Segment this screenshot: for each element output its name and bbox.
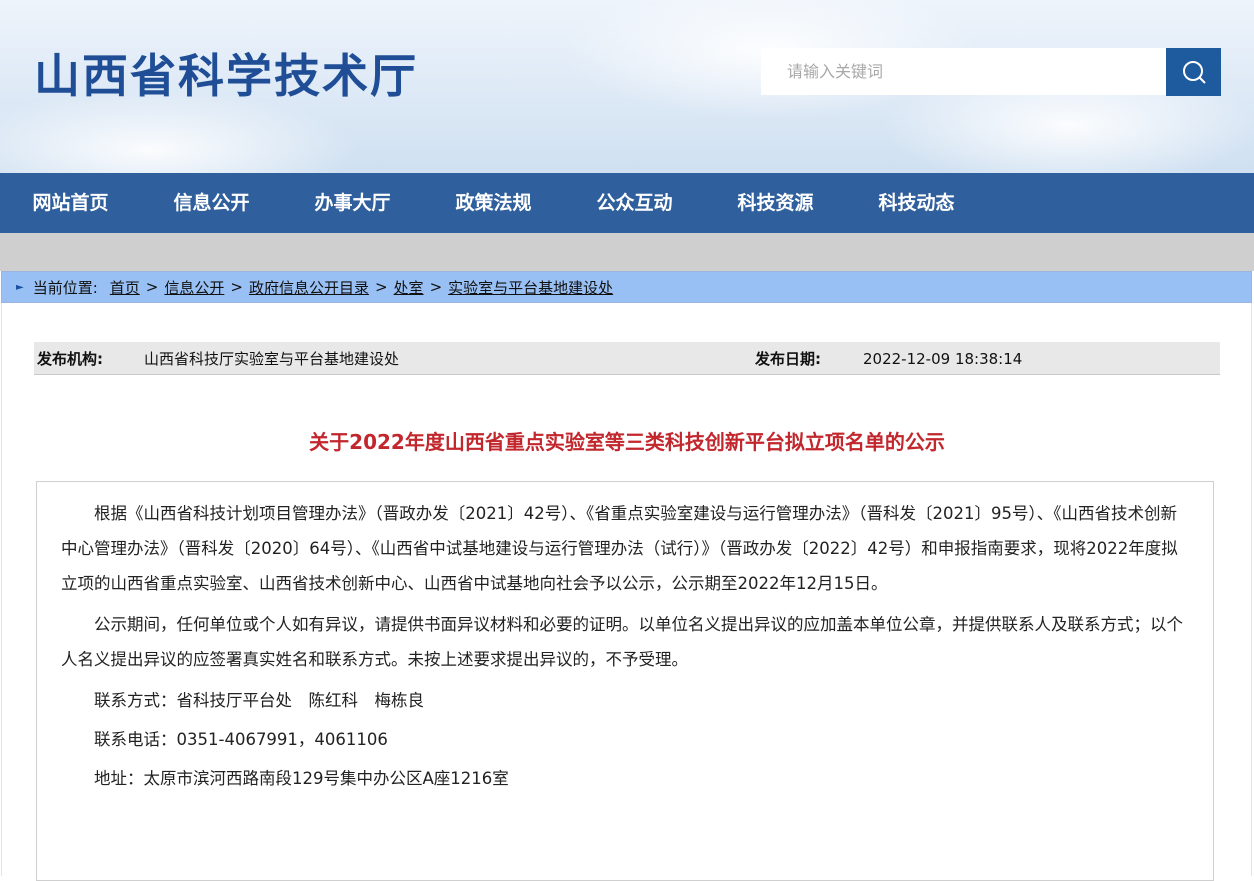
article-title: 关于2022年度山西省重点实验室等三类科技创新平台拟立项名单的公示 [309, 430, 945, 454]
search-input[interactable] [761, 48, 1166, 95]
breadcrumb-link-catalog[interactable]: 政府信息公开目录 [249, 277, 369, 298]
publisher-label: 发布机构: [37, 350, 103, 368]
nav-item-resources[interactable]: 科技资源 [705, 173, 846, 233]
breadcrumb-separator: > [374, 278, 388, 296]
breadcrumb-link-info-public[interactable]: 信息公开 [164, 277, 224, 298]
date-label: 发布日期: [755, 350, 821, 368]
nav-item-policy[interactable]: 政策法规 [423, 173, 564, 233]
breadcrumb-label: 当前位置: [32, 278, 98, 297]
nav-item-news[interactable]: 科技动态 [846, 173, 987, 233]
article-paragraph: 公示期间，任何单位或个人如有异议，请提供书面异议材料和必要的证明。以单位名义提出… [61, 615, 1183, 669]
main-nav: 网站首页 信息公开 办事大厅 政策法规 公众互动 科技资源 科技动态 [0, 173, 1254, 233]
site-header: 山西省科学技术厅 [0, 0, 1254, 173]
publisher-value: 山西省科技厅实验室与平台基地建设处 [144, 350, 400, 368]
contact-phone: 联系电话：0351-4067991，4061106 [94, 730, 388, 749]
article-paragraph: 根据《山西省科技计划项目管理办法》（晋政办发〔2021〕42号）、《省重点实验室… [61, 504, 1178, 593]
breadcrumb: ► 当前位置: 首页 > 信息公开 > 政府信息公开目录 > 处室 > 实验室与… [1, 271, 1252, 303]
article-meta: 发布机构: 山西省科技厅实验室与平台基地建设处 发布日期: 2022-12-09… [34, 342, 1220, 375]
nav-item-info-public[interactable]: 信息公开 [141, 173, 282, 233]
search-button[interactable] [1166, 48, 1221, 96]
site-title[interactable]: 山西省科学技术厅 [34, 40, 418, 106]
breadcrumb-bullet-icon: ► [16, 281, 24, 293]
date-value: 2022-12-09 18:38:14 [863, 350, 1023, 368]
nav-item-home[interactable]: 网站首页 [0, 173, 141, 233]
nav-item-service-hall[interactable]: 办事大厅 [282, 173, 423, 233]
article-body: 根据《山西省科技计划项目管理办法》（晋政办发〔2021〕42号）、《省重点实验室… [36, 481, 1214, 881]
breadcrumb-separator: > [230, 278, 243, 296]
breadcrumb-separator: > [145, 278, 159, 296]
breadcrumb-link-lab-platform[interactable]: 实验室与平台基地建设处 [448, 277, 613, 298]
nav-item-interaction[interactable]: 公众互动 [564, 173, 705, 233]
breadcrumb-link-home[interactable]: 首页 [110, 277, 140, 298]
contact-person: 联系方式：省科技厅平台处 陈红科 梅栋良 [94, 691, 424, 710]
search-icon [1182, 61, 1206, 84]
contact-address: 地址：太原市滨河西路南段129号集中办公区A座1216室 [94, 769, 509, 788]
breadcrumb-separator: > [429, 278, 443, 296]
breadcrumb-link-departments[interactable]: 处室 [394, 277, 424, 298]
nav-spacer-band [0, 233, 1254, 271]
